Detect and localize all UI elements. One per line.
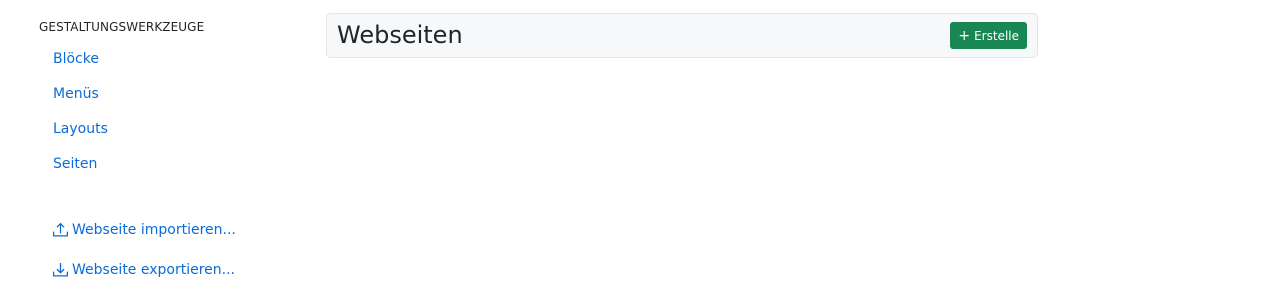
page-title: Webseiten [337, 21, 463, 49]
export-website-label: Webseite exportieren... [72, 261, 236, 278]
upload-icon [52, 221, 69, 238]
download-icon [52, 261, 69, 278]
export-website-link[interactable]: Webseite exportieren... [52, 261, 235, 278]
create-button-label: Erstelle [974, 28, 1019, 43]
sidebar-item-pages[interactable]: Seiten [53, 156, 97, 172]
page: GESTALTUNGSWERKZEUGE Blöcke Menüs Layout… [0, 0, 1272, 295]
create-button[interactable]: + Erstelle [950, 22, 1027, 49]
sidebar-item-layouts[interactable]: Layouts [53, 121, 108, 137]
websites-header-card: Webseiten + Erstelle [326, 13, 1038, 58]
plus-icon: + [958, 27, 971, 44]
sidebar-item-menus[interactable]: Menüs [53, 86, 99, 102]
import-website-label: Webseite importieren... [72, 221, 236, 238]
sidebar-item-blocks[interactable]: Blöcke [53, 51, 99, 67]
import-website-link[interactable]: Webseite importieren... [52, 221, 236, 238]
section-heading-design-tools: GESTALTUNGSWERKZEUGE [39, 20, 205, 34]
